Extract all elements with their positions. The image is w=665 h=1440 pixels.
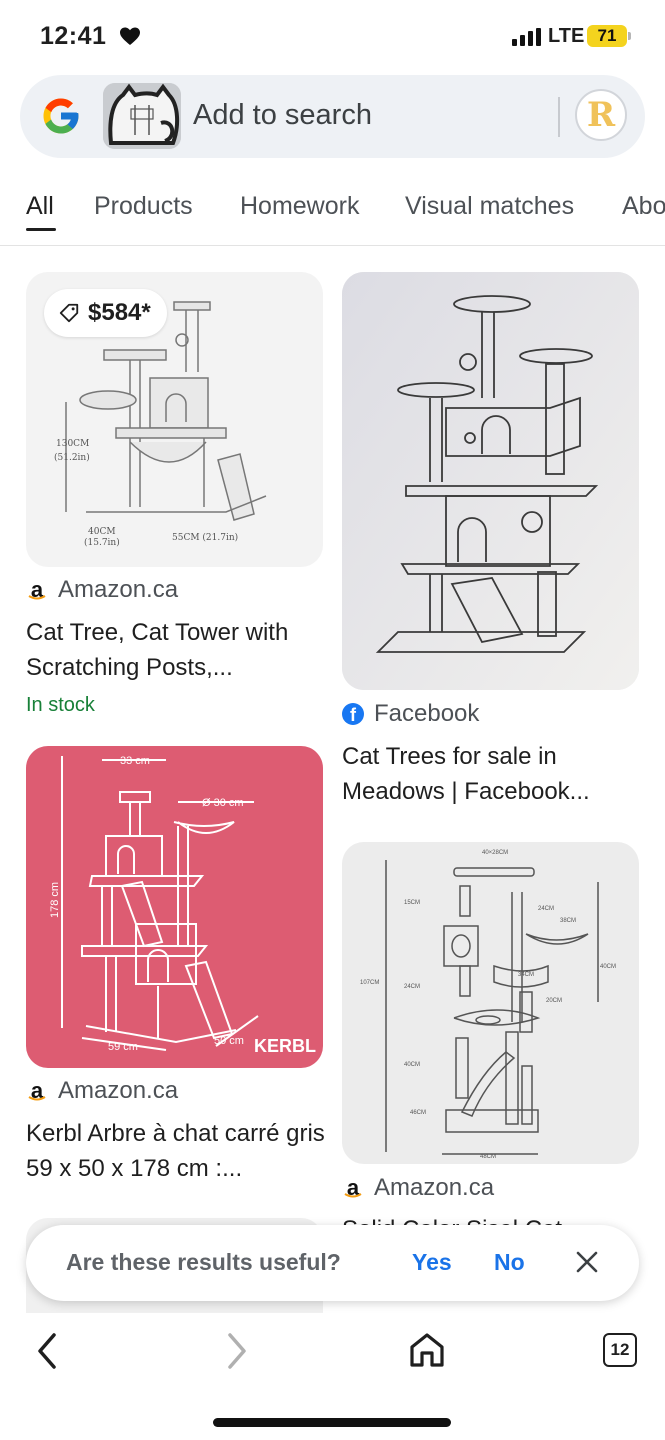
result-source-1[interactable]: a Amazon.ca	[26, 576, 178, 604]
result-image-3[interactable]: 33 cm Ø 30 cm 178 cm 59 cm 50 cm KERBL	[26, 746, 323, 1068]
svg-text:40×28CM: 40×28CM	[482, 850, 508, 856]
facebook-icon: f	[342, 703, 364, 725]
tab-products[interactable]: Products	[94, 192, 193, 221]
result-image-2[interactable]	[342, 272, 639, 690]
diagram-label-height-in: (51.2in)	[54, 452, 90, 463]
result-source-4[interactable]: a Amazon.ca	[342, 1174, 494, 1202]
svg-text:15CM: 15CM	[404, 900, 420, 906]
search-bar[interactable]: Add to search R	[20, 75, 645, 158]
result-image-1[interactable]: 130CM (51.2in) 40CM (15.7in) 55CM (21.7i…	[26, 272, 323, 567]
svg-text:20CM: 20CM	[546, 998, 562, 1004]
kerbl-cat-tree-diagram-icon: 33 cm Ø 30 cm 178 cm 59 cm 50 cm KERBL	[49, 755, 316, 1056]
svg-text:48CM: 48CM	[480, 1154, 496, 1160]
cat-tree-dimension-diagram-icon: 40×28CM 15CM 24CM 38CM 40CM 107CM 24CM 3…	[360, 850, 616, 1160]
network-type: LTE	[548, 25, 585, 47]
diagram-label-height: 178 cm	[49, 882, 61, 918]
diagram-label-height: 130CM	[56, 439, 89, 449]
diagram-label-width: 55CM (21.7in)	[172, 532, 238, 543]
cat-tree-thumbnail-icon	[103, 83, 181, 149]
feedback-prompt: Are these results useful? Yes No	[26, 1225, 639, 1301]
amazon-icon: a	[344, 1175, 362, 1200]
svg-text:40CM: 40CM	[404, 1062, 420, 1068]
query-image-thumbnail[interactable]	[103, 83, 181, 149]
source-name: Amazon.ca	[58, 576, 179, 603]
back-arrow-icon[interactable]	[32, 1331, 62, 1371]
status-bar: 12:41 LTE 71	[0, 0, 665, 72]
result-source-3[interactable]: a Amazon.ca	[26, 1077, 178, 1105]
heart-icon	[120, 27, 140, 45]
svg-text:34CM: 34CM	[518, 972, 534, 978]
source-name: Amazon.ca	[374, 1174, 495, 1201]
svg-text:24CM: 24CM	[538, 906, 554, 912]
price-tag: $584*	[44, 289, 167, 337]
search-divider	[558, 97, 560, 137]
diagram-label-depth-in: (15.7in)	[84, 537, 120, 548]
svg-text:38CM: 38CM	[560, 918, 576, 924]
price-value: $584*	[88, 299, 151, 326]
close-icon[interactable]	[574, 1249, 600, 1275]
tab-all[interactable]: All	[26, 192, 54, 221]
tab-switcher-button[interactable]: 12	[603, 1333, 637, 1367]
svg-text:40CM: 40CM	[600, 964, 616, 970]
result-title-3[interactable]: Kerbl Arbre à chat carré gris 59 x 50 x …	[26, 1116, 326, 1186]
result-title-1[interactable]: Cat Tree, Cat Tower with Scratching Post…	[26, 615, 326, 685]
status-time: 12:41	[40, 22, 107, 50]
home-indicator	[213, 1418, 451, 1427]
forward-arrow-icon[interactable]	[222, 1331, 252, 1371]
amazon-icon: a	[28, 577, 46, 602]
tab-visual-matches[interactable]: Visual matches	[405, 192, 574, 221]
source-name: Amazon.ca	[58, 1077, 179, 1104]
svg-text:46CM: 46CM	[410, 1110, 426, 1116]
search-tabs: All Products Homework Visual matches Abo	[0, 180, 665, 246]
active-tab-indicator	[26, 228, 56, 231]
result-source-2[interactable]: f Facebook	[342, 700, 479, 728]
source-name: Facebook	[374, 700, 480, 727]
search-input[interactable]: Add to search	[193, 99, 372, 132]
account-avatar[interactable]: R	[575, 89, 627, 141]
result-title-4[interactable]: Solid Color Sisal Cat...	[342, 1212, 642, 1226]
feedback-yes-button[interactable]: Yes	[412, 1249, 452, 1276]
tab-homework[interactable]: Homework	[240, 192, 359, 221]
home-icon[interactable]	[408, 1331, 446, 1369]
cat-tree-sketch-icon	[342, 272, 639, 690]
price-tag-icon	[59, 303, 79, 323]
feedback-no-button[interactable]: No	[494, 1249, 525, 1276]
result-title-2[interactable]: Cat Trees for sale in Meadows | Facebook…	[342, 739, 642, 809]
kerbl-logo-text: KERBL	[254, 1036, 316, 1056]
diagram-label-width: 50 cm	[214, 1035, 244, 1047]
signal-icon	[512, 28, 541, 46]
tab-about[interactable]: Abo	[622, 192, 665, 221]
diagram-label-diameter: Ø 30 cm	[202, 797, 244, 809]
feedback-question: Are these results useful?	[66, 1249, 341, 1275]
amazon-icon: a	[28, 1078, 46, 1103]
stock-status: In stock	[26, 694, 95, 716]
battery-tip	[628, 32, 631, 40]
svg-text:107CM: 107CM	[360, 980, 379, 986]
result-image-4[interactable]: 40×28CM 15CM 24CM 38CM 40CM 107CM 24CM 3…	[342, 842, 639, 1164]
diagram-label-top-width: 33 cm	[120, 755, 150, 767]
google-logo-icon[interactable]	[40, 95, 82, 137]
diagram-label-depth: 40CM	[88, 527, 116, 537]
svg-text:24CM: 24CM	[404, 984, 420, 990]
battery-indicator: 71	[587, 25, 627, 47]
diagram-label-depth: 59 cm	[108, 1041, 138, 1053]
